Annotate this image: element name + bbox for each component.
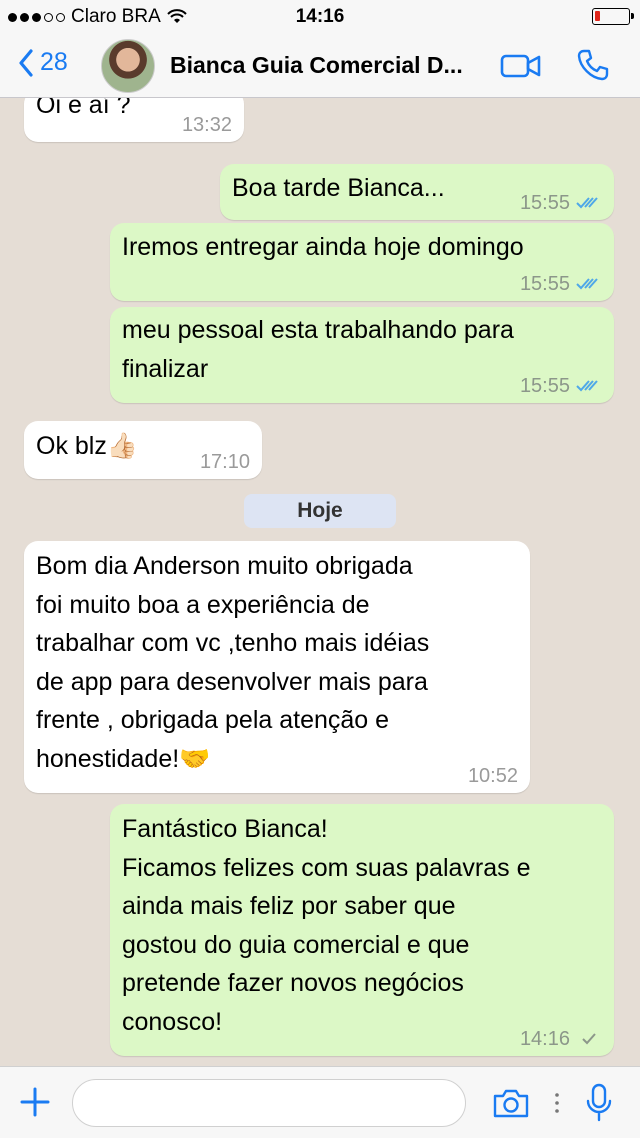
- message-line: ainda mais feliz por saber que: [122, 892, 456, 920]
- message-time: 15:55: [519, 375, 570, 397]
- message-meta: 14:16: [520, 1028, 602, 1050]
- composer-bar: [0, 1066, 640, 1138]
- message-time: 10:52: [467, 765, 518, 787]
- message-meta: 15:55: [520, 273, 602, 295]
- message-text: Fantástico Bianca! Ficamos felizes com s…: [122, 810, 530, 1041]
- message-incoming[interactable]: Oi e aí ? 13:32: [24, 98, 244, 142]
- message-time: 14:16: [519, 1028, 570, 1050]
- message-line: meu pessoal esta trabalhando para: [122, 316, 514, 344]
- message-time: 17:10: [199, 451, 250, 473]
- plus-icon[interactable]: [20, 1087, 50, 1117]
- message-outgoing[interactable]: Fantástico Bianca! Ficamos felizes com s…: [110, 804, 614, 1056]
- message-outgoing[interactable]: meu pessoal esta trabalhando para finali…: [110, 307, 614, 403]
- back-button[interactable]: 28: [18, 48, 68, 77]
- date-separator: Hoje: [244, 494, 396, 528]
- message-line: pretende fazer novos negócios: [122, 969, 464, 997]
- read-receipt-icon: [576, 380, 598, 392]
- message-meta: 15:55: [520, 375, 602, 397]
- contact-avatar[interactable]: [101, 39, 155, 93]
- message-text: Boa tarde Bianca...: [232, 174, 445, 202]
- microphone-icon[interactable]: [586, 1083, 612, 1123]
- message-meta: 15:55: [520, 192, 602, 214]
- message-input[interactable]: [72, 1079, 466, 1127]
- chevron-left-icon: [19, 48, 33, 77]
- contact-name[interactable]: Bianca Guia Comercial D...: [170, 52, 485, 79]
- message-line: conosco!: [122, 1007, 223, 1036]
- message-text: Iremos entregar ainda hoje domingo: [122, 233, 524, 261]
- message-outgoing[interactable]: Boa tarde Bianca... 15:55: [220, 164, 614, 220]
- video-camera-icon[interactable]: [500, 52, 542, 80]
- read-receipt-icon: [576, 278, 598, 290]
- message-line: Bom dia Anderson muito obrigada: [36, 552, 413, 580]
- clock: 14:16: [295, 6, 345, 27]
- more-options-icon[interactable]: [552, 1089, 562, 1117]
- message-list[interactable]: Oi e aí ? 13:32 Boa tarde Bianca... 15:5…: [0, 98, 640, 1066]
- message-line: honestidade!🤝: [36, 744, 211, 773]
- chat-header: 28 Bianca Guia Comercial D...: [0, 34, 640, 98]
- sent-check-icon: [582, 1033, 596, 1045]
- message-line: foi muito boa a experiência de: [36, 590, 370, 619]
- message-line: frente , obrigada pela atenção e: [36, 706, 390, 734]
- message-time: 15:55: [519, 273, 570, 295]
- message-text: Oi e aí ?: [36, 98, 131, 119]
- status-bar: Claro BRA 14:16: [0, 0, 640, 34]
- unread-count: 28: [40, 48, 68, 76]
- message-line: Fantástico Bianca!: [122, 815, 328, 843]
- message-incoming[interactable]: Ok blz👍🏻 17:10: [24, 421, 262, 479]
- message-line: trabalhar com vc ,tenho mais idéias: [36, 629, 430, 657]
- message-meta: 13:32: [182, 114, 232, 136]
- message-time: 13:32: [181, 114, 232, 136]
- message-time: 15:55: [519, 192, 570, 214]
- camera-icon[interactable]: [492, 1087, 530, 1119]
- message-text: Bom dia Anderson muito obrigada foi muit…: [36, 547, 429, 778]
- message-line: finalizar: [122, 354, 209, 383]
- message-text: meu pessoal esta trabalhando para finali…: [122, 311, 514, 388]
- message-line: Ficamos felizes com suas palavras e: [122, 853, 531, 882]
- message-line: de app para desenvolver mais para: [36, 667, 428, 696]
- battery-level: [595, 11, 600, 21]
- message-incoming[interactable]: Bom dia Anderson muito obrigada foi muit…: [24, 541, 530, 793]
- message-text: Ok blz👍🏻: [36, 432, 138, 460]
- message-line: gostou do guia comercial e que: [122, 930, 470, 959]
- message-meta: 10:52: [468, 765, 518, 787]
- message-meta: 17:10: [200, 451, 250, 473]
- phone-icon[interactable]: [576, 48, 610, 82]
- message-outgoing[interactable]: Iremos entregar ainda hoje domingo 15:55: [110, 223, 614, 301]
- read-receipt-icon: [576, 197, 598, 209]
- battery-icon: [592, 8, 634, 25]
